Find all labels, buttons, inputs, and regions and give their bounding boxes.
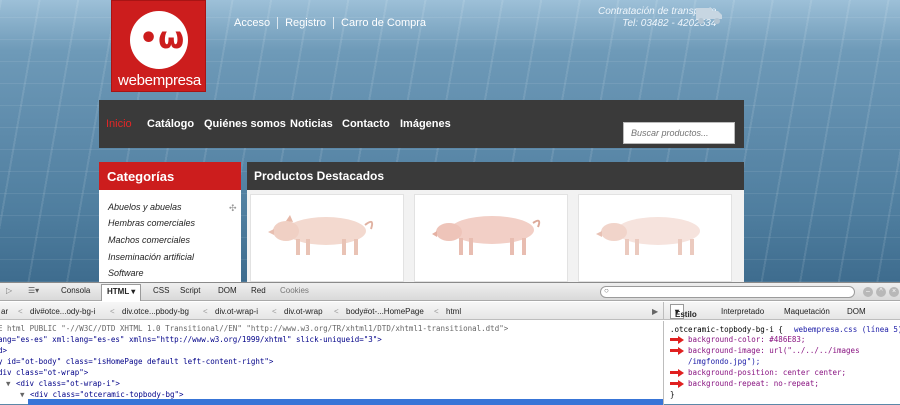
breadcrumb-item[interactable]: html (446, 307, 461, 316)
chevron-left-icon: < (434, 307, 439, 316)
top-links: Acceso Registro Carro de Compra (232, 17, 433, 29)
source-line[interactable]: <div class="ot-wrap-i"> (16, 379, 120, 388)
product-card[interactable] (414, 194, 568, 282)
tab-estilo-label: Estilo (675, 310, 697, 319)
website-viewport: •ω webempresa Acceso Registro Carro de C… (0, 0, 900, 282)
source-line[interactable]: <div class="otceramic-topbody-bg"> (30, 390, 184, 399)
expand-triangle-icon[interactable]: ▼ (20, 390, 25, 399)
expand-icon[interactable]: ✣ (229, 203, 237, 214)
tab-estilo[interactable]: Estilo ▾ (670, 304, 697, 319)
menu-icon[interactable]: ☰▾ (28, 286, 39, 295)
nav-catalogo[interactable]: Catálogo (147, 118, 194, 130)
tab-html[interactable]: HTML ▾ (101, 284, 142, 301)
css-rule[interactable]: background-position: center center; (688, 368, 846, 377)
source-line[interactable]: div class="ot-wrap"> (0, 368, 88, 377)
tab-html-label: HTML (107, 287, 130, 296)
category-machos[interactable]: Machos comerciales (108, 235, 190, 245)
tab-interpretado[interactable]: Interpretado (721, 307, 764, 316)
category-software[interactable]: Software (108, 268, 144, 278)
breadcrumb-item[interactable]: div.otce...pbody-bg (122, 307, 189, 316)
css-rule[interactable]: background-repeat: no-repeat; (688, 379, 819, 388)
source-line[interactable]: ang="es-es" xml:lang="es-es" xmlns="http… (0, 335, 382, 344)
red-arrow-icon (670, 336, 684, 344)
category-hembras[interactable]: Hembras comerciales (108, 218, 195, 228)
source-line[interactable]: d> (0, 346, 7, 355)
red-arrow-icon (670, 347, 684, 355)
devtools-toolbar: ▷ ☰▾ Consola HTML ▾ CSS Script DOM Red C… (0, 283, 900, 301)
chevron-left-icon: < (272, 307, 277, 316)
link-acceso[interactable]: Acceso (232, 17, 277, 29)
product-card[interactable] (250, 194, 404, 282)
product-search-input[interactable] (623, 122, 735, 144)
chevron-left-icon: < (334, 307, 339, 316)
devtools-search-input[interactable]: ○ (600, 286, 855, 298)
html-source-view: E html PUBLIC "-//W3C//DTD XHTML 1.0 Tra… (0, 321, 663, 405)
featured-products-title: Productos Destacados (247, 162, 744, 190)
breadcrumb-item[interactable]: div.ot-wrap (284, 307, 323, 316)
tab-css[interactable]: CSS (153, 286, 169, 295)
side-panel-tabs: Estilo ▾ Interpretado Maquetación DOM (663, 302, 900, 320)
pig-image (596, 217, 700, 255)
minimize-icon[interactable]: – (863, 287, 873, 297)
red-arrow-icon (670, 380, 684, 388)
logo-text: webempresa (118, 72, 201, 89)
devtools-panel: ▷ ☰▾ Consola HTML ▾ CSS Script DOM Red C… (0, 282, 900, 405)
nav-quienes-somos[interactable]: Quiénes somos (204, 118, 286, 130)
tab-script[interactable]: Script (180, 286, 200, 295)
css-file-link[interactable]: webempresa.css (línea 5) (794, 325, 900, 334)
categories-title: Categorías (99, 162, 241, 190)
pig-image (432, 216, 541, 255)
tab-side-dom[interactable]: DOM (847, 307, 866, 316)
truck-icon (696, 8, 722, 24)
source-line[interactable]: y id="ot-body" class="isHomePage default… (0, 357, 273, 366)
inspect-icon[interactable]: ▷ (6, 286, 12, 295)
breadcrumb: ar < div#otce...ody-bg-i < div.otce...pb… (0, 302, 663, 320)
nav-noticias[interactable]: Noticias (290, 118, 333, 130)
breadcrumb-item[interactable]: ar (1, 307, 8, 316)
category-inseminacion[interactable]: Inseminación artificial (108, 252, 194, 262)
chevron-left-icon: < (203, 307, 208, 316)
category-abuelos[interactable]: Abuelos y abuelas (108, 202, 182, 212)
css-rule-close: } (670, 390, 675, 399)
tab-dom[interactable]: DOM (218, 286, 237, 295)
detach-icon[interactable]: ^ (876, 287, 886, 297)
nav-imagenes[interactable]: Imágenes (400, 118, 451, 130)
expand-triangle-icon[interactable]: ▼ (6, 379, 11, 388)
nav-contacto[interactable]: Contacto (342, 118, 390, 130)
red-arrow-icon (670, 369, 684, 377)
nav-inicio[interactable]: Inicio (106, 118, 132, 130)
tab-cookies[interactable]: Cookies (280, 286, 309, 295)
chevron-left-icon: < (18, 307, 23, 316)
logo[interactable]: •ω webempresa (111, 0, 206, 92)
selected-node-highlight (28, 399, 663, 405)
tab-consola[interactable]: Consola (61, 286, 90, 295)
link-registro[interactable]: Registro (277, 17, 333, 29)
scroll-right-icon[interactable]: ▶ (652, 307, 658, 316)
breadcrumb-item[interactable]: body#ot-...HomePage (346, 307, 424, 316)
css-rules-view: .otceramic-topbody-bg-i { webempresa.css… (663, 321, 900, 405)
search-icon: ○ (604, 286, 609, 295)
breadcrumb-item[interactable]: div.ot-wrap-i (215, 307, 258, 316)
tab-red[interactable]: Red (251, 286, 266, 295)
css-rule-continued: /imgfondo.jpg"); (688, 357, 761, 366)
css-rule[interactable]: background-color: #486E83; (688, 335, 805, 344)
css-selector: .otceramic-topbody-bg-i { (670, 325, 783, 334)
logo-mark: •ω (139, 21, 185, 56)
tab-maquetacion[interactable]: Maquetación (784, 307, 830, 316)
link-carro[interactable]: Carro de Compra (333, 17, 433, 29)
product-card[interactable] (578, 194, 732, 282)
pig-image (268, 215, 374, 255)
chevron-left-icon: < (110, 307, 115, 316)
source-line[interactable]: E html PUBLIC "-//W3C//DTD XHTML 1.0 Tra… (0, 324, 508, 333)
breadcrumb-item[interactable]: div#otce...ody-bg-i (30, 307, 95, 316)
css-rule[interactable]: background-image: url("../../../images (688, 346, 860, 355)
close-icon[interactable]: × (889, 287, 899, 297)
